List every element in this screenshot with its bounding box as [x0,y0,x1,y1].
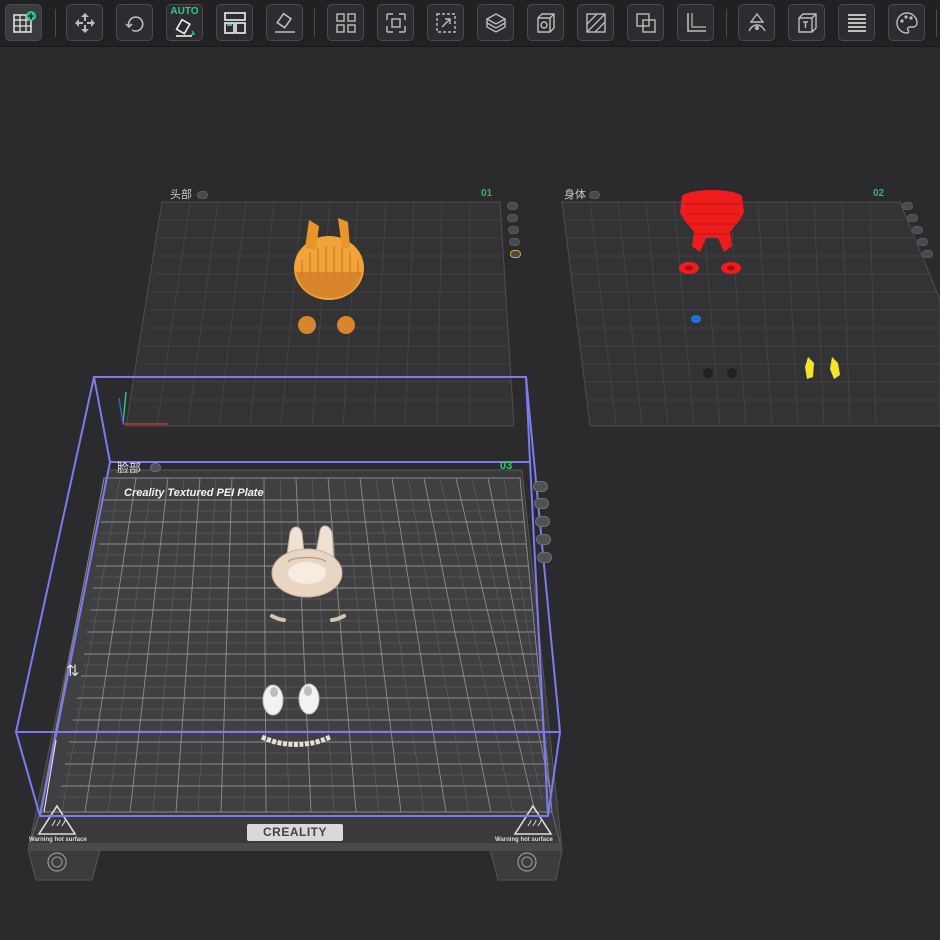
plate-01-slice-button[interactable] [510,250,521,258]
axis-gizmo: ⇅ [66,663,79,680]
plate-02-settings-button[interactable] [917,238,928,246]
plate-01[interactable] [125,201,515,427]
plate-01-number: 01 [481,188,493,199]
plate-03-arrange-button[interactable] [533,481,548,492]
plate-02-number: 02 [873,188,885,199]
warning-text-right: Warning hot surface [495,837,553,843]
plate-01-orient-button[interactable] [507,214,518,222]
plate-02-arrange-button[interactable] [902,202,913,210]
brand-logo: CREALITY [247,824,343,841]
plate-02[interactable] [561,201,940,427]
plate-01-lock-button[interactable] [508,226,519,234]
plate-03-rename-button[interactable] [150,463,161,472]
plate-02-slice-button[interactable] [922,250,933,258]
plate-02-lock-button[interactable] [912,226,923,234]
plate-03-settings-button[interactable] [536,534,551,545]
plate-03-label: 脸部 [117,461,142,475]
plate-type-label: Creality Textured PEI Plate [124,487,264,499]
plate-03-slice-button[interactable] [537,552,552,563]
plate-01-rename-button[interactable] [197,191,208,199]
plate-01-arrange-button[interactable] [507,202,518,210]
warning-text-left: Warning hot surface [29,837,87,843]
plate-01-label: 头部 [170,189,192,201]
plate-01-settings-button[interactable] [509,238,520,246]
plate-02-orient-button[interactable] [907,214,918,222]
plate-03-lock-button[interactable] [535,516,550,527]
plate-03-orient-button[interactable] [534,498,549,509]
plate-02-rename-button[interactable] [589,191,600,199]
plate-03-number: 03 [500,460,513,472]
plate-02-label: 身体 [564,189,586,201]
